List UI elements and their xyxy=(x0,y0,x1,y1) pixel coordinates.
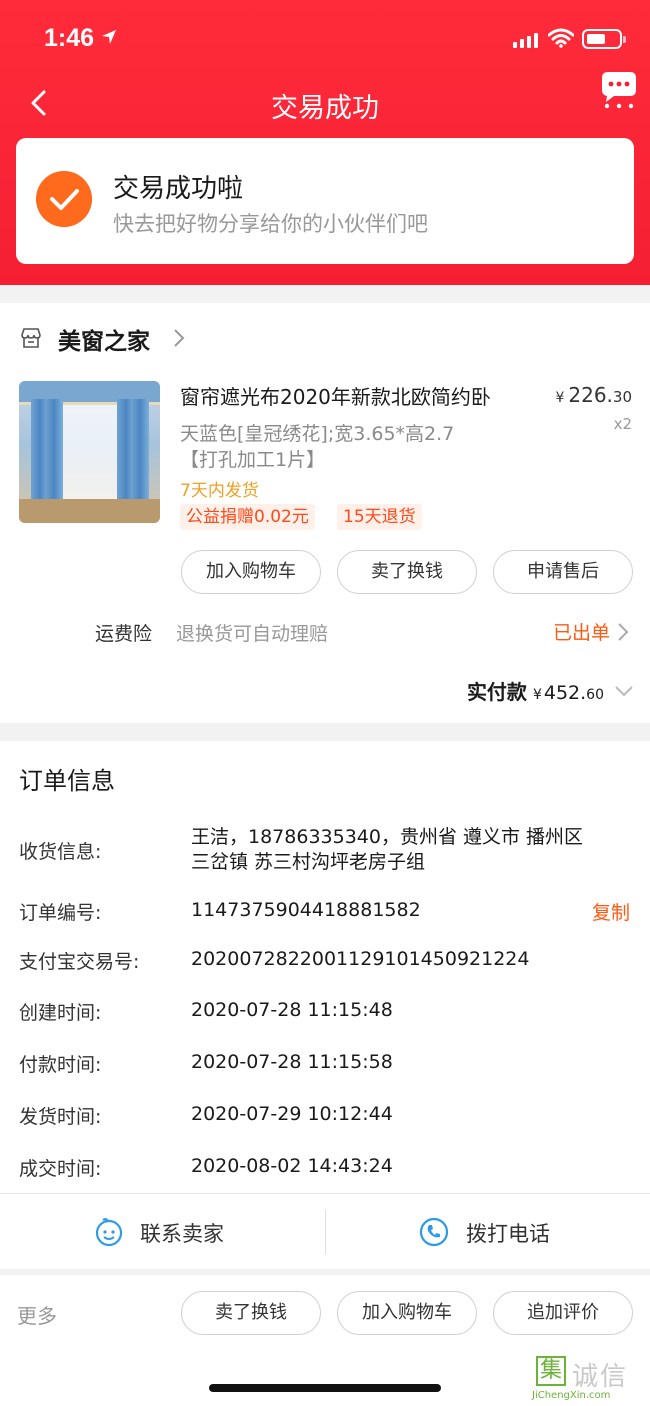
add-to-cart-button[interactable]: 加入购物车 xyxy=(181,550,321,594)
contact-seller-button[interactable]: 联系卖家 xyxy=(140,1218,224,1248)
product-sku: 天蓝色[皇冠绣花];宽3.65*高2.7 xyxy=(180,423,455,445)
product-title[interactable]: 窗帘遮光布2020年新款北欧简约卧 xyxy=(180,381,530,410)
contact-bar: 联系卖家 拨打电话 xyxy=(0,1193,650,1269)
closed-time: 2020-08-02 14:43:24 xyxy=(191,1155,393,1177)
success-subtitle: 快去把好物分享给你的小伙伴们吧 xyxy=(113,212,428,236)
return-policy-tag: 15天退货 xyxy=(337,504,422,530)
product-sku-option: 【打孔加工1片】 xyxy=(180,449,326,471)
after-sales-button[interactable]: 申请售后 xyxy=(493,550,633,594)
shipping-promise: 7天内发货 xyxy=(180,481,259,501)
status-bar: 1:46 xyxy=(0,22,650,58)
success-card: 交易成功啦 快去把好物分享给你的小伙伴们吧 xyxy=(16,138,634,264)
product-price: ¥226.30 xyxy=(555,383,632,407)
wifi-icon xyxy=(548,28,574,48)
header-banner: 1:46 交易成功 交易成功啦 快去把好物分享给你的小伙伴们吧 xyxy=(0,0,650,285)
address-line-1: 王洁，18786335340，贵州省 遵义市 播州区 xyxy=(191,826,584,848)
order-info-heading: 订单信息 xyxy=(19,767,115,795)
closed-label: 成交时间: xyxy=(19,1158,102,1180)
status-time: 1:46 xyxy=(44,24,95,52)
insurance-status[interactable]: 已出单 xyxy=(553,618,610,645)
product-thumbnail[interactable] xyxy=(19,381,160,523)
add-review-button[interactable]: 追加评价 xyxy=(493,1291,633,1335)
shop-icon xyxy=(21,328,41,348)
alipay-number: 2020072822001129101450921224 xyxy=(191,948,530,970)
paid-label: 付款时间: xyxy=(19,1054,102,1076)
actual-payment: 实付款 ¥452.60 xyxy=(466,680,604,704)
order-info-panel: 订单信息 收货信息: 王洁，18786335340，贵州省 遵义市 播州区 三岔… xyxy=(0,741,650,1269)
order-number-label: 订单编号: xyxy=(19,902,102,924)
battery-icon xyxy=(582,29,626,49)
address-line-2: 三岔镇 苏三村沟坪老房子组 xyxy=(191,851,426,873)
goods-panel: 美窗之家 窗帘遮光布2020年新款北欧简约卧 ¥226.30 x2 天蓝色[皇冠… xyxy=(0,303,650,723)
chevron-right-icon[interactable] xyxy=(172,327,186,349)
watermark-logo: 集 诚信 JiChengXin.com xyxy=(532,1356,650,1404)
charity-tag: 公益捐赠0.02元 xyxy=(180,504,315,530)
watermark-text: 诚信 xyxy=(572,1362,629,1392)
watermark-mark: 集 xyxy=(536,1356,566,1386)
home-indicator[interactable] xyxy=(209,1384,441,1392)
success-title: 交易成功啦 xyxy=(113,174,244,204)
alipay-label: 支付宝交易号: xyxy=(19,951,140,973)
resell-button[interactable]: 卖了换钱 xyxy=(337,550,477,594)
chat-face-icon[interactable] xyxy=(94,1217,124,1247)
chevron-right-icon[interactable] xyxy=(617,622,629,642)
location-arrow-icon xyxy=(102,30,116,44)
success-check-icon xyxy=(36,171,92,227)
watermark-domain: JiChengXin.com xyxy=(532,1390,611,1401)
phone-icon[interactable] xyxy=(419,1217,449,1247)
created-label: 创建时间: xyxy=(19,1002,102,1024)
order-number: 1147375904418881582 xyxy=(191,899,421,921)
product-quantity: x2 xyxy=(613,415,632,433)
copy-button[interactable]: 复制 xyxy=(592,898,630,925)
insurance-label: 运费险 xyxy=(95,623,153,645)
call-phone-button[interactable]: 拨打电话 xyxy=(466,1218,550,1248)
shipped-time: 2020-07-29 10:12:44 xyxy=(191,1103,393,1125)
created-time: 2020-07-28 11:15:48 xyxy=(191,999,393,1021)
paid-time: 2020-07-28 11:15:58 xyxy=(191,1051,393,1073)
cellular-signal-icon xyxy=(513,32,538,48)
insurance-description: 退换货可自动理赔 xyxy=(176,623,329,645)
shop-name[interactable]: 美窗之家 xyxy=(58,322,150,356)
address-label: 收货信息: xyxy=(19,841,102,863)
message-bubble-icon[interactable] xyxy=(598,68,640,110)
shipped-label: 发货时间: xyxy=(19,1106,102,1128)
more-label[interactable]: 更多 xyxy=(17,1300,57,1329)
page-title: 交易成功 xyxy=(271,93,379,124)
chevron-down-icon[interactable] xyxy=(614,685,634,697)
add-to-cart-button[interactable]: 加入购物车 xyxy=(337,1291,477,1335)
resell-button[interactable]: 卖了换钱 xyxy=(181,1291,321,1335)
divider xyxy=(325,1209,326,1255)
